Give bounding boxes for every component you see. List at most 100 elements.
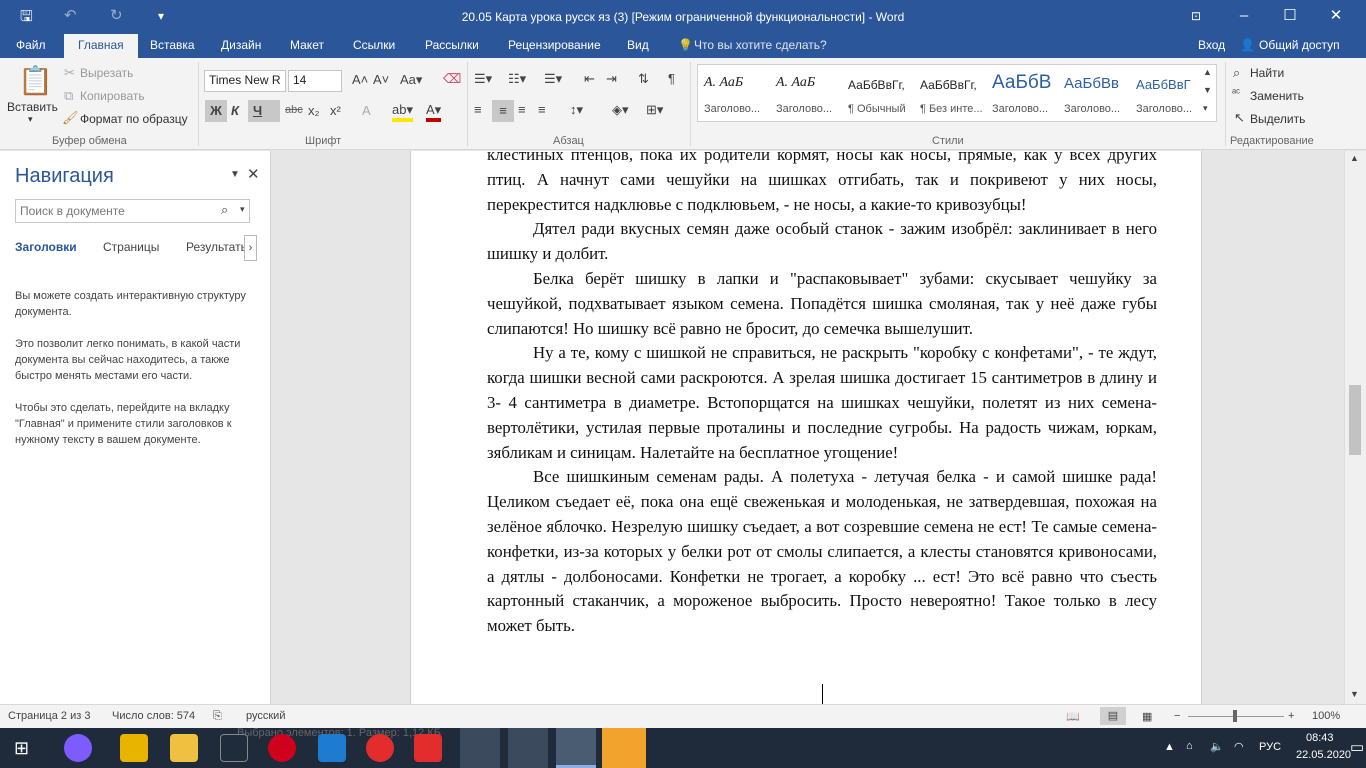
subscript-icon[interactable]: x₂ [308,103,320,118]
replace-button[interactable]: Заменить [1250,89,1304,103]
opera-icon[interactable] [268,734,296,762]
word-count[interactable]: Число слов: 574 [112,710,195,722]
format-painter-button[interactable]: Формат по образцу [80,112,188,126]
decrease-indent-icon[interactable]: ⇤ [584,71,595,87]
doc-paragraph[interactable]: Дятел ради вкусных семян даже особый ста… [487,217,1157,267]
styles-gallery[interactable]: А. АаБ Заголово... А. АаБ Заголово... Аа… [697,64,1217,122]
gallery-more-icon[interactable]: ▾ [1203,103,1208,114]
style-normal[interactable]: АаБбВвГг, ¶ Обычный [842,65,914,121]
vertical-scrollbar[interactable]: ▲ ▼ [1344,151,1366,704]
tab-mailings[interactable]: Рассылки [425,38,479,52]
align-left-icon[interactable]: ≡ [474,102,482,117]
search-icon[interactable]: ⌕ [221,202,228,218]
sign-in-link[interactable]: Вход [1198,38,1225,52]
scroll-thumb[interactable] [1349,385,1361,455]
page-indicator[interactable]: Страница 2 из 3 [8,710,90,722]
word-icon[interactable] [556,728,596,768]
nav-options-icon[interactable]: ▼ [230,169,240,180]
paste-dropdown-icon[interactable]: ▾ [28,114,33,125]
multilevel-list-icon[interactable]: ☰▾ [544,71,562,87]
align-center-icon[interactable]: ≡ [492,100,514,122]
search-input[interactable]: Поиск в документе ⌕ ▾ [15,199,250,223]
copy-button[interactable]: Копировать [80,89,145,103]
cut-button[interactable]: Вырезать [80,66,133,80]
highlight-icon[interactable]: ab▾ [392,102,413,122]
zoom-level[interactable]: 100% [1312,710,1340,722]
tab-references[interactable]: Ссылки [353,38,395,52]
tab-layout[interactable]: Макет [290,38,324,52]
style-heading-4[interactable]: АаБбВв Заголово... [1058,65,1130,121]
font-name-select[interactable]: Times New R [204,70,286,92]
doc-paragraph[interactable]: Ну а те, кому с шишкой не справиться, не… [487,341,1157,465]
print-layout-icon[interactable]: ▤ [1100,707,1126,725]
twitch-icon[interactable] [508,728,548,768]
style-heading-5[interactable]: АаБбВвГ Заголово... [1130,65,1202,121]
read-mode-icon[interactable]: 📖 [1066,710,1080,723]
ribbon-display-icon[interactable]: ⊡ [1176,4,1216,30]
shading-icon[interactable]: ◈▾ [612,102,629,118]
tab-view[interactable]: Вид [627,38,649,52]
share-button[interactable]: Общий доступ [1259,38,1340,52]
gallery-down-icon[interactable]: ▼ [1203,85,1212,95]
scroll-down-icon[interactable]: ▼ [1350,689,1359,699]
tell-me-box[interactable]: Что вы хотите сделать? [694,38,827,52]
sort-icon[interactable]: ⇅ [638,71,649,87]
italic-button[interactable]: К [231,103,239,118]
downloads-icon[interactable] [120,734,148,762]
style-no-spacing[interactable]: АаБбВвГг, ¶ Без инте... [914,65,986,121]
windows-start-icon[interactable]: ⊞ [14,738,29,759]
underline-button[interactable]: Ч [248,100,280,122]
app-icon[interactable] [602,728,646,768]
clear-formatting-icon[interactable]: ⌫ [443,71,461,87]
change-case-icon[interactable]: Aa▾ [400,72,422,88]
minimize-button[interactable]: – [1224,4,1264,30]
tab-design[interactable]: Дизайн [221,38,261,52]
align-right-icon[interactable]: ≡ [518,102,526,117]
web-layout-icon[interactable]: ▦ [1142,710,1152,723]
text-effects-icon[interactable]: A [362,103,371,118]
clock-date[interactable]: 22.05.2020 [1296,749,1351,761]
tray-expand-icon[interactable]: ▲ [1164,741,1175,753]
close-button[interactable]: ✕ [1316,4,1356,30]
font-size-select[interactable]: 14 [288,70,342,92]
tab-file[interactable]: Файл [16,38,46,52]
tabs-scroll-right-icon[interactable]: › [244,235,257,261]
doc-paragraph[interactable]: Белка берёт шишку в лапки и "распаковыва… [487,267,1157,341]
font-color-icon[interactable]: A▾ [426,102,442,122]
increase-indent-icon[interactable]: ⇥ [606,71,617,87]
zoom-in-icon[interactable]: + [1288,710,1294,722]
wifi-icon[interactable]: ◠ [1234,740,1244,753]
tab-insert[interactable]: Вставка [150,38,195,52]
paste-button[interactable]: Вставить [7,100,58,114]
tab-pages[interactable]: Страницы [103,240,159,254]
tab-headings[interactable]: Заголовки [15,240,77,254]
cortana-icon[interactable] [64,734,92,762]
borders-icon[interactable]: ⊞▾ [646,102,663,118]
strikethrough-button[interactable]: abc [285,104,303,116]
yandex-browser-icon[interactable] [414,734,442,762]
language-indicator[interactable]: русский [246,710,285,722]
doc-paragraph[interactable]: клестиных птенцов, пока их родители корм… [487,151,1157,217]
select-button[interactable]: Выделить [1250,112,1305,126]
zoom-out-icon[interactable]: − [1174,710,1180,722]
numbering-icon[interactable]: ☷▾ [508,71,526,87]
document-area[interactable]: клестиных птенцов, пока их родители корм… [272,151,1344,704]
tab-results[interactable]: Результать [186,240,247,254]
doc-paragraph[interactable]: Все шишкиным семенам рады. А полетуха - … [487,465,1157,639]
notifications-icon[interactable]: ▭ [1350,738,1364,756]
volume-icon[interactable]: 🔈 [1210,740,1224,753]
line-spacing-icon[interactable]: ↕▾ [570,102,583,118]
maximize-button[interactable]: ☐ [1270,4,1310,30]
store-icon[interactable] [220,734,248,762]
shrink-font-icon[interactable]: A˅ [373,72,389,87]
edge-icon[interactable] [318,734,346,762]
style-heading-2[interactable]: А. АаБ Заголово... [770,65,842,121]
chrome-icon[interactable] [460,728,500,768]
bold-button[interactable]: Ж [205,100,227,122]
scroll-up-icon[interactable]: ▲ [1350,153,1359,163]
tab-review[interactable]: Рецензирование [508,38,601,52]
justify-icon[interactable]: ≡ [538,102,546,117]
network-icon[interactable]: ⌂ [1186,740,1193,752]
tab-home[interactable]: Главная [64,34,138,58]
find-button[interactable]: Найти [1250,66,1284,80]
